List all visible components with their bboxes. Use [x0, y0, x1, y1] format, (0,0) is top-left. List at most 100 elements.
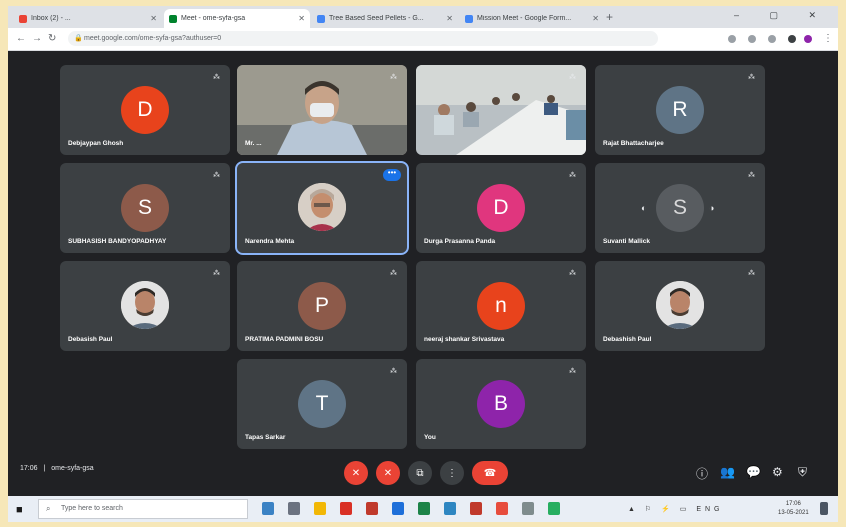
mic-off-icon: ⁂ [569, 368, 576, 375]
participant-tile[interactable]: ⁂ D Durga Prasanna Panda [416, 163, 586, 253]
app-icon[interactable] [444, 502, 456, 515]
more-options-button[interactable]: ••• [383, 169, 401, 181]
present-now-button[interactable]: ⧉ [408, 461, 432, 485]
avatar: T [298, 380, 346, 428]
profile-avatar[interactable] [804, 35, 812, 43]
puzzle-icon[interactable] [788, 35, 796, 43]
browser-tab-strip: Inbox (2) - ... ✕ Meet - ome-syfa-gsa ✕ … [8, 6, 838, 28]
participant-name: Narendra Mehta [245, 238, 295, 245]
participant-name: Debasish Paul [68, 336, 113, 343]
clock-date: 13-05-2021 [778, 510, 809, 516]
app-icon[interactable] [548, 502, 560, 515]
close-tab-icon[interactable]: ✕ [150, 14, 157, 23]
camera-off-icon: ✕ [383, 467, 393, 479]
taskbar-clock[interactable]: 17:06 13-05-2021 [778, 500, 809, 518]
activities-icon[interactable]: ⚙ [772, 465, 783, 479]
taskbar-search-input[interactable]: ⌕ Type here to search [38, 499, 248, 519]
menu-icon[interactable]: ⋮ [823, 33, 833, 44]
chrome-active-icon[interactable] [522, 502, 534, 515]
camera-toggle-button[interactable]: ✕ [376, 461, 400, 485]
video-feed-conference-room [416, 65, 586, 155]
participant-tile[interactable]: ⁂ n neeraj shankar Srivastava [416, 261, 586, 351]
url-input[interactable]: 🔒 meet.google.com/ome-syfa-gsa?authuser=… [68, 31, 658, 46]
powerpoint-icon[interactable] [470, 502, 482, 515]
word-icon[interactable] [392, 502, 404, 515]
participant-name: Durga Prasanna Panda [424, 238, 496, 245]
star-icon[interactable] [748, 35, 756, 43]
notifications-icon[interactable] [820, 502, 828, 515]
meeting-code: ome-syfa-gsa [51, 465, 94, 472]
mic-off-icon: ⁂ [569, 270, 576, 277]
meet-control-bar: 17:06 | ome-syfa-gsa ✕ ✕ ⧉ ⋮ ☎ ⓘ 👥 💬 ⚙ ⛨ [8, 451, 838, 491]
participant-name: PRATIMA PADMINI BOSU [245, 336, 324, 343]
host-controls-icon[interactable]: ⛨ [798, 465, 807, 480]
close-tab-icon[interactable]: ✕ [592, 14, 599, 23]
forward-icon[interactable]: → [32, 33, 42, 44]
chat-icon[interactable]: 💬 [746, 465, 761, 479]
mic-off-icon: ⁂ [390, 270, 397, 277]
clock-time: 17:06 [785, 501, 801, 507]
mic-off-icon: ⁂ [213, 270, 220, 277]
camera-permission-icon[interactable] [728, 35, 736, 43]
participant-tile-speaking[interactable]: ••• Narendra Mehta [235, 161, 409, 255]
system-tray[interactable]: ▲ ⚐ ⚡ ▭ ENG [628, 505, 723, 513]
url-text: meet.google.com/ome-syfa-gsa?authuser=0 [84, 35, 222, 42]
tab-docs[interactable]: Tree Based Seed Pellets - G... ✕ [312, 9, 458, 28]
participant-tile[interactable]: ⁂ Debashish Paul [595, 261, 765, 351]
tab-meet[interactable]: Meet - ome-syfa-gsa ✕ [164, 9, 310, 28]
participant-tile[interactable]: ⁂ R Rajat Bhattacharjee [595, 65, 765, 155]
mic-off-icon: ⁂ [748, 74, 755, 81]
app-icon[interactable] [366, 502, 378, 515]
mic-off-icon: ⁂ [748, 172, 755, 179]
close-tab-icon[interactable]: ✕ [298, 14, 305, 23]
participant-tile[interactable]: ⁂ T Tapas Sarkar [237, 359, 407, 449]
mute-icon[interactable]: ◑ [709, 203, 714, 213]
tab-inbox[interactable]: Inbox (2) - ... ✕ [14, 9, 162, 28]
leave-call-button[interactable]: ☎ [472, 461, 508, 485]
task-view-icon[interactable] [288, 502, 300, 515]
people-icon[interactable]: 👥 [720, 465, 735, 479]
pin-icon[interactable]: ◐ [641, 203, 646, 213]
mic-off-icon: ⁂ [390, 368, 397, 375]
man-photo [656, 281, 704, 329]
excel-icon[interactable] [418, 502, 430, 515]
avatar: B [477, 380, 525, 428]
avatar-photo [656, 281, 704, 329]
hang-up-icon: ☎ [483, 467, 497, 479]
reload-icon[interactable]: ↻ [48, 33, 56, 44]
window-controls[interactable]: – ▢ ✕ [734, 10, 830, 21]
tab-label: Mission Meet - Google Form... [477, 15, 572, 22]
participant-tile-self[interactable]: ⁂ B You [416, 359, 586, 449]
participant-tile[interactable]: ⁂ D Debjaypan Ghosh [60, 65, 230, 155]
participant-name: Mr. ... [245, 140, 262, 147]
cortana-icon[interactable] [262, 502, 274, 515]
close-tab-icon[interactable]: ✕ [446, 14, 453, 23]
participant-video-tile[interactable]: ⁂ [416, 65, 586, 155]
new-tab-button[interactable]: + [606, 10, 613, 24]
more-options-button[interactable]: ⋮ [440, 461, 464, 485]
participant-name: Debashish Paul [603, 336, 652, 343]
app-icon[interactable] [340, 502, 352, 515]
mic-off-icon: ⁂ [569, 74, 576, 81]
participant-tile[interactable]: ⁂ P PRATIMA PADMINI BOSU [237, 261, 407, 351]
participant-tile[interactable]: ⁂ S SUBHASISH BANDYOPADHYAY [60, 163, 230, 253]
windows-start-icon[interactable]: ■ [16, 504, 23, 516]
mic-off-icon: ⁂ [390, 74, 397, 81]
participant-tile[interactable]: ⁂ Debasish Paul [60, 261, 230, 351]
acrobat-icon[interactable] [496, 502, 508, 515]
avatar: S [656, 184, 704, 232]
participant-name: Tapas Sarkar [245, 434, 286, 441]
participant-tile-hovered[interactable]: ⁂ ◐ S ◑ Suvanti Mallick [595, 163, 765, 253]
meeting-info-icon[interactable]: ⓘ [696, 465, 708, 482]
tab-label: Inbox (2) - ... [31, 15, 71, 22]
mic-toggle-button[interactable]: ✕ [344, 461, 368, 485]
avatar: n [477, 282, 525, 330]
separator: | [43, 465, 46, 472]
back-icon[interactable]: ← [16, 33, 26, 44]
present-icon: ⧉ [416, 467, 424, 479]
participant-video-tile[interactable]: ⁂ Mr. ... [237, 65, 407, 155]
extension-icon[interactable] [768, 35, 776, 43]
file-explorer-icon[interactable] [314, 502, 326, 515]
tab-forms[interactable]: Mission Meet - Google Form... ✕ [460, 9, 604, 28]
docs-favicon-icon [317, 14, 325, 23]
